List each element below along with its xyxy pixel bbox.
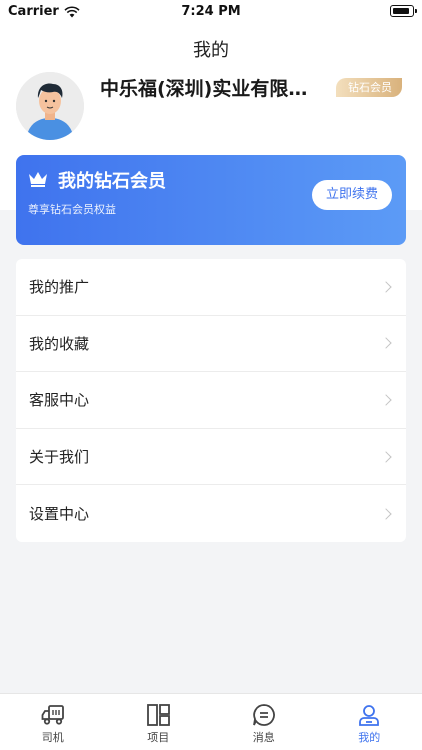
chevron-right-icon — [380, 281, 392, 293]
user-icon — [359, 705, 380, 726]
menu-item-about-us[interactable]: 关于我们 — [16, 429, 406, 486]
tab-label: 司机 — [41, 731, 64, 744]
menu-item-label: 设置中心 — [29, 505, 90, 524]
tab-bar: 司机 项目 消息 我的 — [0, 693, 422, 750]
membership-title: 我的钻石会员 — [58, 171, 166, 192]
layout-icon — [147, 704, 171, 726]
message-icon — [252, 704, 275, 726]
chevron-right-icon — [380, 450, 392, 463]
tab-projects[interactable]: 项目 — [106, 694, 212, 750]
tab-driver[interactable]: 司机 — [0, 694, 106, 750]
menu-item-label: 关于我们 — [29, 448, 90, 467]
status-time: 7:24 PM — [181, 4, 241, 19]
membership-subtitle: 尊享钻石会员权益 — [28, 203, 116, 216]
menu-item-customer-service[interactable]: 客服中心 — [16, 372, 406, 429]
battery-icon — [390, 5, 417, 17]
chevron-right-icon — [380, 508, 392, 520]
menu-list: 我的推广 我的收藏 客服中心 关于我们 设置中心 — [16, 259, 406, 542]
menu-item-label: 客服中心 — [29, 391, 90, 410]
renew-button[interactable]: 立即续费 — [312, 180, 392, 210]
status-bar: Carrier 7:24 PM — [0, 0, 422, 24]
tab-messages[interactable]: 消息 — [211, 694, 317, 750]
tab-mine[interactable]: 我的 — [317, 694, 422, 750]
menu-item-promotion[interactable]: 我的推广 — [16, 259, 406, 316]
tab-label: 消息 — [252, 731, 275, 744]
tab-label: 我的 — [358, 731, 381, 744]
menu-item-label: 我的收藏 — [29, 334, 90, 353]
crown-icon — [29, 172, 47, 187]
chevron-right-icon — [380, 394, 392, 406]
menu-item-label: 我的推广 — [29, 278, 90, 297]
membership-card[interactable]: 我的钻石会员 尊享钻石会员权益 立即续费 — [16, 155, 406, 245]
page-title: 我的 — [193, 40, 229, 61]
menu-item-favorites[interactable]: 我的收藏 — [16, 316, 406, 373]
avatar[interactable] — [16, 72, 84, 140]
vip-badge: 钻石会员 — [336, 78, 402, 97]
truck-icon — [41, 705, 64, 725]
menu-item-settings[interactable]: 设置中心 — [16, 485, 406, 542]
chevron-right-icon — [380, 337, 392, 350]
tab-label: 项目 — [147, 731, 170, 744]
avatar-illustration-icon — [16, 72, 84, 140]
screen: Carrier 7:24 PM 我的 中乐福(深圳)实业有限公司 钻石会员 我的… — [0, 0, 422, 750]
company-name: 中乐福(深圳)实业有限公司 — [100, 78, 324, 100]
